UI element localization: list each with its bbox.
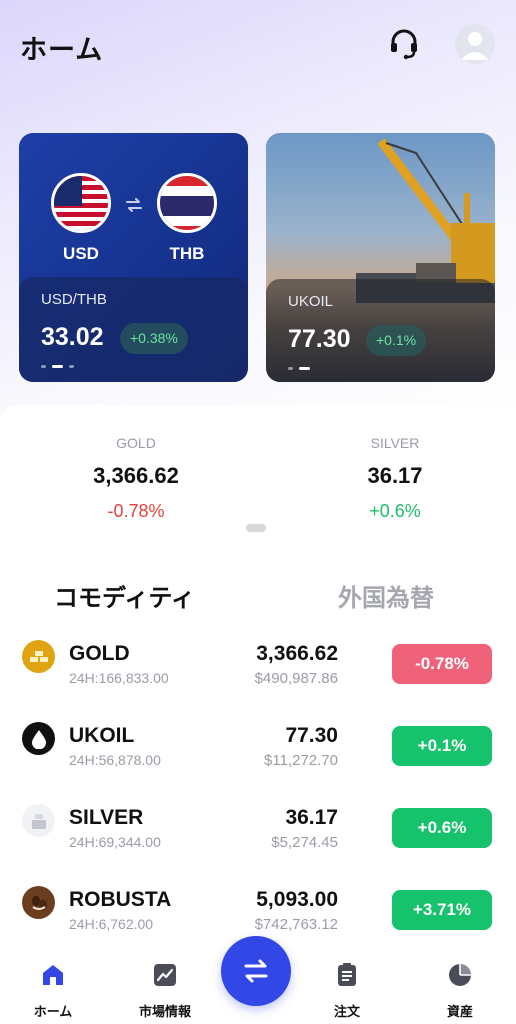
- base-currency-label: USD: [63, 244, 99, 263]
- list-item-ukoil[interactable]: UKOIL 24H:56,878.00 77.30 $11,272.70 +0.…: [0, 702, 516, 784]
- commodity-usd-value: $5,274.45: [271, 834, 338, 851]
- commodity-volume: 24H:166,833.00: [69, 670, 169, 686]
- card-info-panel: UKOIL 77.30 +0.1%: [266, 279, 495, 382]
- ticker-name: GOLD: [116, 435, 156, 451]
- card-price: 77.30: [288, 325, 351, 353]
- thailand-flag-icon: [157, 173, 217, 233]
- card-symbol: UKOIL: [288, 293, 334, 310]
- tab-commodity[interactable]: コモディティ: [54, 578, 195, 613]
- carousel-indicator: [41, 365, 74, 368]
- ticker-name: SILVER: [370, 435, 420, 451]
- user-avatar-icon: [461, 32, 489, 60]
- ticker-change: -0.78%: [107, 501, 165, 521]
- list-item-silver[interactable]: SILVER 24H:69,344.00 36.17 $5,274.45 +0.…: [0, 784, 516, 866]
- nav-label: 資産: [446, 1004, 473, 1019]
- silver-bars-icon: [22, 804, 55, 837]
- nav-label: 市場情報: [138, 1004, 191, 1019]
- price-ticker: GOLD 3,366.62 -0.78% SILVER 36.17 +0.6%: [0, 405, 516, 545]
- commodity-volume: 24H:69,344.00: [69, 834, 161, 850]
- nav-label: ホーム: [33, 1004, 73, 1019]
- pie-chart-icon: [449, 964, 471, 986]
- header: ホーム: [0, 0, 516, 90]
- nav-assets[interactable]: 資産: [420, 962, 500, 1020]
- home-icon: [43, 965, 63, 985]
- oil-drop-icon: [22, 722, 55, 755]
- nav-market[interactable]: 市場情報: [125, 962, 205, 1020]
- page-title: ホーム: [20, 35, 104, 65]
- swap-arrows-icon: [126, 198, 142, 212]
- change-badge: +0.1%: [392, 726, 492, 766]
- commodity-volume: 24H:6,762.00: [69, 916, 154, 932]
- ticker-change: +0.6%: [369, 501, 421, 521]
- quote-currency-label: THB: [169, 244, 205, 263]
- list-item-gold[interactable]: GOLD 24H:166,833.00 3,366.62 $490,987.86…: [0, 620, 516, 702]
- commodity-price: 77.30: [285, 724, 338, 747]
- nav-home[interactable]: ホーム: [13, 962, 93, 1020]
- tab-forex[interactable]: 外国為替: [338, 578, 434, 613]
- card-change-badge: +0.38%: [120, 323, 188, 354]
- coffee-beans-icon: [22, 886, 55, 919]
- commodity-usd-value: $11,272.70: [264, 752, 338, 769]
- commodity-name: GOLD: [69, 642, 130, 665]
- headset-icon: [391, 29, 417, 60]
- commodity-name: UKOIL: [69, 724, 135, 747]
- card-info-panel: USD/THB 33.02 +0.38%: [19, 277, 248, 382]
- trade-swap-button[interactable]: [221, 936, 291, 1006]
- card-change-badge: +0.1%: [366, 325, 427, 356]
- chart-icon: [154, 964, 176, 986]
- nav-order[interactable]: 注文: [307, 962, 387, 1020]
- ticker-item-gold[interactable]: GOLD 3,366.62 -0.78%: [26, 435, 246, 522]
- commodity-volume: 24H:56,878.00: [69, 752, 161, 768]
- clipboard-icon: [338, 963, 356, 986]
- card-symbol: USD/THB: [41, 291, 107, 308]
- change-badge: -0.78%: [392, 644, 492, 684]
- card-price: 33.02: [41, 323, 104, 351]
- support-button[interactable]: [384, 24, 424, 64]
- commodity-name: SILVER: [69, 806, 144, 829]
- commodity-price: 5,093.00: [256, 888, 338, 911]
- avatar-button[interactable]: [455, 24, 495, 64]
- usa-flag-icon: [51, 173, 111, 233]
- ticker-price: 3,366.62: [93, 463, 179, 488]
- gold-bars-icon: [22, 640, 55, 673]
- carousel-card-usdthb[interactable]: USD THB USD/THB 33.02 +0.38%: [19, 133, 248, 382]
- commodity-name: ROBUSTA: [69, 888, 172, 911]
- commodity-usd-value: $490,987.86: [254, 670, 338, 687]
- commodity-price: 36.17: [285, 806, 338, 829]
- change-badge: +0.6%: [392, 808, 492, 848]
- carousel-card-ukoil[interactable]: UKOIL 77.30 +0.1%: [266, 133, 495, 382]
- commodity-price: 3,366.62: [256, 642, 338, 665]
- carousel-indicator: [288, 367, 310, 370]
- ticker-item-silver[interactable]: SILVER 36.17 +0.6%: [285, 435, 505, 522]
- swap-icon: [244, 959, 268, 983]
- commodity-usd-value: $742,763.12: [254, 916, 338, 933]
- ticker-pager-handle: [246, 524, 266, 532]
- nav-label: 注文: [333, 1004, 360, 1019]
- change-badge: +3.71%: [392, 890, 492, 930]
- ticker-price: 36.17: [367, 463, 423, 488]
